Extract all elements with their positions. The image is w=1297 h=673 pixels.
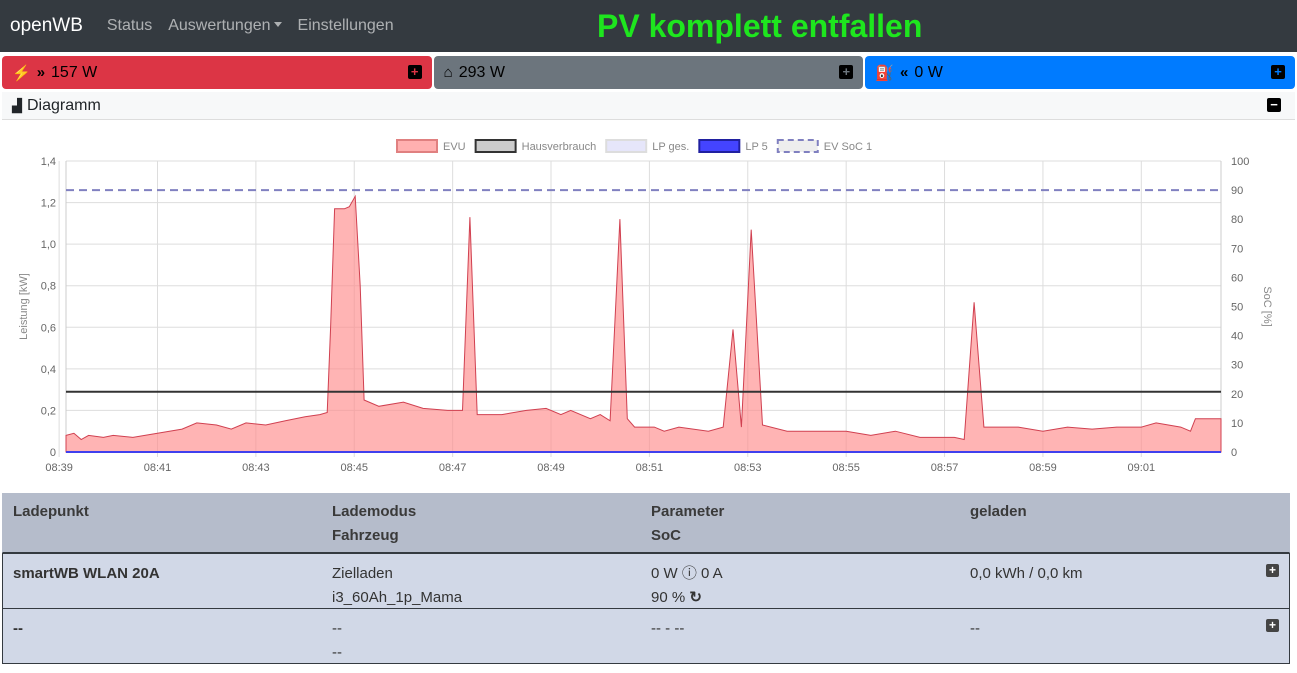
expand-plus-icon[interactable]: + — [1271, 65, 1286, 79]
card-lp[interactable]: ⛽ « 0 W + — [865, 56, 1296, 89]
legend-swatch — [396, 139, 438, 153]
legend-swatch — [605, 139, 648, 153]
charged-amount: -- — [970, 620, 980, 637]
x-tick-label: 08:49 — [537, 462, 565, 474]
diagram-header[interactable]: ▟ Diagramm − — [2, 92, 1295, 120]
legend-label: EVU — [443, 141, 466, 153]
nav-status[interactable]: Status — [107, 17, 152, 35]
soc-value: 90 % — [651, 589, 686, 606]
x-tick-label: 08:57 — [931, 462, 959, 474]
card-haus[interactable]: ⌂ 293 W + — [433, 56, 864, 89]
y-tick-label: 0,8 — [41, 281, 56, 293]
y2-tick-label: 70 — [1231, 243, 1243, 255]
navbar: openWB Status Auswertungen Einstellungen… — [0, 0, 1297, 52]
diagram-title: Diagramm — [27, 96, 101, 114]
charge-point-name: -- — [13, 620, 23, 637]
x-tick-label: 09:01 — [1128, 462, 1156, 474]
y2-tick-label: 30 — [1231, 360, 1243, 372]
vehicle: i3_60Ah_1p_Mama — [332, 589, 463, 606]
y2-tick-label: 90 — [1231, 185, 1243, 197]
legend-swatch — [776, 139, 819, 153]
y-tick-label: 0,4 — [41, 364, 56, 376]
double-chevron-right-icon: » — [36, 64, 46, 81]
legend-swatch — [474, 139, 517, 153]
x-tick-label: 08:51 — [636, 462, 664, 474]
y2-tick-label: 0 — [1231, 447, 1237, 459]
charge-mode[interactable]: Zielladen — [332, 562, 631, 586]
header-ladepunkt: Ladepunkt — [13, 503, 89, 520]
nav-auswertungen-label: Auswertungen — [168, 17, 271, 34]
evu-area — [65, 194, 1222, 453]
x-tick-label: 08:39 — [45, 462, 73, 474]
legend-label: Hausverbrauch — [522, 141, 597, 153]
charge-mode: -- — [332, 620, 342, 637]
parameters: -- - -- — [651, 620, 685, 637]
vehicle: -- — [332, 644, 342, 661]
x-tick-label: 08:45 — [340, 462, 368, 474]
double-chevron-left-icon: « — [900, 64, 909, 81]
collapse-minus-icon[interactable]: − — [1267, 98, 1281, 112]
y2-tick-label: 20 — [1231, 389, 1243, 401]
y2-tick-label: 80 — [1231, 214, 1243, 226]
table-header: Ladepunkt Lademodus Fahrzeug Parameter SoC… — [2, 493, 1290, 553]
x-tick-label: 08:41 — [144, 462, 172, 474]
brand[interactable]: openWB — [10, 15, 83, 37]
area-chart-icon: ▟ — [12, 97, 22, 113]
home-icon: ⌂ — [443, 64, 453, 81]
caret-down-icon — [273, 22, 282, 27]
y2-tick-label: 100 — [1231, 156, 1249, 168]
table-row: -- -- -- -- - -- -- + — [2, 609, 1290, 664]
y-axis-label: Leistung [kW] — [18, 273, 30, 340]
header-parameter: Parameter — [651, 503, 725, 520]
banner-text: PV komplett entfallen — [597, 8, 923, 44]
charge-point-name: smartWB WLAN 20A — [13, 565, 160, 582]
charge-point-table: Ladepunkt Lademodus Fahrzeug Parameter SoC… — [2, 493, 1290, 664]
power-chart: 0 0,2 0,4 0,6 0,8 1,0 1,2 1,4 0 10 20 30 40 50 60 70 80 9… — [18, 139, 1273, 474]
y-tick-label: 0 — [50, 447, 56, 459]
y2-tick-label: 60 — [1231, 272, 1243, 284]
nav-auswertungen[interactable]: Auswertungen — [168, 17, 282, 35]
y2-tick-label: 40 — [1231, 331, 1243, 343]
y-tick-label: 1,2 — [41, 198, 56, 210]
header-geladen: geladen — [970, 503, 1027, 520]
x-tick-label: 08:55 — [832, 462, 860, 474]
header-fahrzeug: Fahrzeug — [332, 527, 399, 544]
y2-axis-label: SoC [%] — [1261, 286, 1273, 326]
expand-plus-icon[interactable]: + — [839, 65, 854, 79]
charged-amount: 0,0 kWh / 0,0 km — [970, 565, 1083, 582]
haus-value: 293 W — [458, 63, 505, 81]
header-soc: SoC — [651, 527, 681, 544]
y-tick-label: 0,6 — [41, 322, 56, 334]
legend-swatch — [698, 139, 741, 153]
y2-tick-label: 10 — [1231, 418, 1243, 430]
charging-station-icon: ⛽ — [875, 64, 895, 82]
x-tick-label: 08:47 — [439, 462, 467, 474]
card-evu[interactable]: ⚡ » 157 W + — [2, 56, 432, 89]
legend-label: EV SoC 1 — [824, 141, 872, 153]
lp-value: 0 W — [914, 63, 943, 81]
header-lademodus: Lademodus — [332, 503, 417, 520]
legend-label: LP ges. — [652, 141, 689, 153]
x-tick-label: 08:53 — [734, 462, 762, 474]
y-tick-label: 1,0 — [41, 239, 56, 251]
nav-einstellungen[interactable]: Einstellungen — [298, 17, 394, 35]
y2-tick-label: 50 — [1231, 302, 1243, 314]
y-tick-label: 1,4 — [41, 156, 56, 168]
table-row: smartWB WLAN 20A Zielladen i3_60Ah_1p_Mam… — [2, 553, 1290, 609]
legend-label: LP 5 — [745, 141, 767, 153]
y-tick-label: 0,2 — [41, 405, 56, 417]
parameters: 0 W ⓘ 0 A — [651, 565, 723, 582]
x-tick-label: 08:59 — [1029, 462, 1057, 474]
expand-plus-icon[interactable]: + — [407, 65, 422, 79]
evu-value: 157 W — [51, 63, 98, 81]
expand-plus-icon[interactable]: + — [1266, 564, 1279, 577]
refresh-icon[interactable]: ↻ — [689, 589, 702, 606]
x-tick-label: 08:43 — [242, 462, 270, 474]
expand-plus-icon[interactable]: + — [1266, 619, 1279, 632]
power-pylon-icon: ⚡ — [12, 64, 31, 82]
